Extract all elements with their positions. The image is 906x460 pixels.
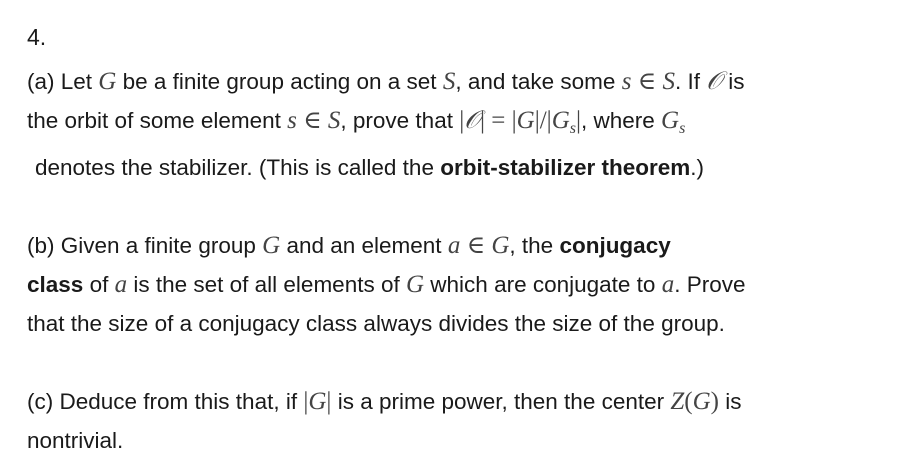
text: is [719,389,742,414]
text: of [83,272,115,297]
math-orbit: 𝒪 [464,107,480,134]
math-G: G [516,107,535,134]
part-a-line-1: (a) Let G be a finite group acting on a … [27,62,887,101]
math-a: a [114,271,128,298]
math-G: G [551,107,570,134]
text: (b) Given a finite group [27,233,263,258]
math-orbit: 𝒪 [706,68,722,95]
math-slash: / [539,107,547,134]
math-G: G [405,271,425,298]
math-G: G [491,232,510,259]
text: (c) Deduce from this that, if [27,389,304,414]
part-a-line-2: the orbit of some element s ∈ S, prove t… [27,101,887,148]
text: , where [581,108,662,133]
part-b: (b) Given a finite group G and an elemen… [27,226,887,343]
text: is the set of all elements of [127,272,406,297]
math-a: a [447,232,461,259]
math-G: G [262,232,281,259]
math-S: S [662,68,675,95]
math-G: G [308,388,327,415]
text: . Prove [674,272,746,297]
math-in: ∈ [631,68,663,95]
math-subscript-s: s [679,120,686,137]
part-a: (a) Let G be a finite group acting on a … [27,62,887,187]
text: is [721,69,745,94]
part-c-line-2: nontrivial. [27,428,124,453]
text: . If [674,69,707,94]
math-paren: ( [684,388,693,415]
text: denotes the stabilizer. (This is called … [35,155,441,180]
part-c-line-1: (c) Deduce from this that, if |G| is a p… [27,382,887,421]
text: the orbit of some element [27,108,288,133]
bold-term: class [27,272,84,297]
bold-term: orbit-stabilizer theorem [440,155,691,180]
text: is a prime power, then the center [331,389,671,414]
text: and an element [280,233,448,258]
math-in: ∈ [460,232,492,259]
part-c: (c) Deduce from this that, if |G| is a p… [27,382,887,460]
bold-term: conjugacy [559,233,671,258]
math-s: s [621,68,632,95]
part-a-line-3: denotes the stabilizer. (This is called … [27,148,887,187]
problem-document: 4. (a) Let G be a finite group acting on… [27,22,887,460]
text: be a finite group acting on a set [116,69,443,94]
text: , prove that [340,108,460,133]
part-b-line-1: (b) Given a finite group G and an elemen… [27,226,887,265]
math-Z: Z [670,388,685,415]
math-in: ∈ [296,107,328,134]
problem-number: 4. [27,24,47,50]
math-S: S [442,68,456,95]
math-a: a [661,271,675,298]
text: .) [690,155,705,180]
math-G: G [692,388,711,415]
math-paren: ) [710,388,719,415]
math-s: s [287,107,297,134]
math-eq: = [485,107,512,134]
math-S: S [327,107,341,134]
text: (a) Let [27,69,99,94]
part-b-line-2: class of a is the set of all elements of… [27,265,887,304]
part-b-line-3: that the size of a conjugacy class alway… [27,311,725,336]
math-G: G [98,68,117,95]
text: which are conjugate to [424,272,662,297]
text: , and take some [455,69,622,94]
text: , the [509,233,560,258]
math-G: G [661,107,680,134]
